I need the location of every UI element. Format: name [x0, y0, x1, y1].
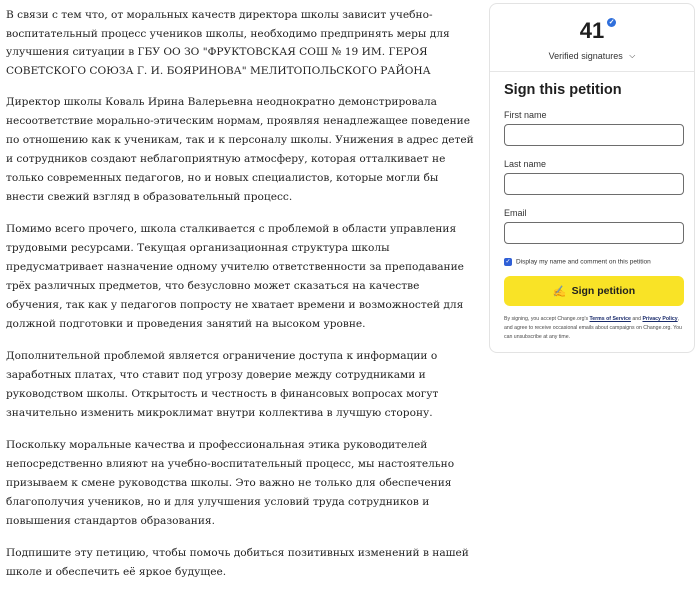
petition-paragraph: Директор школы Коваль Ирина Валерьевна н… — [6, 96, 474, 203]
petition-paragraph: В связи с тем что, от моральных качеств … — [6, 9, 450, 77]
email-field[interactable] — [504, 222, 684, 244]
pen-icon: ✍ — [552, 285, 567, 298]
petition-paragraph: Подпишите эту петицию, чтобы помочь доби… — [6, 547, 469, 578]
legal-notice: By signing, you accept Change.org's Term… — [504, 315, 686, 342]
last-name-label: Last name — [504, 159, 547, 169]
legal-text: and — [630, 316, 643, 322]
legal-text: By signing, you accept Change.org's — [504, 316, 590, 322]
last-name-field[interactable] — [504, 173, 684, 195]
verified-check-icon: ✓ — [607, 18, 617, 27]
petition-body: В связи с тем что, от моральных качеств … — [6, 6, 476, 595]
sign-petition-title: Sign this petition — [504, 82, 622, 98]
chevron-down-icon: ⌵ — [629, 51, 636, 60]
signature-count-value: 41 — [579, 18, 605, 43]
verified-signatures-toggle[interactable]: Verified signatures ⌵ — [490, 51, 694, 62]
petition-paragraph: Поскольку моральные качества и профессио… — [6, 439, 455, 527]
terms-of-service-link[interactable]: Terms of Service — [589, 316, 630, 322]
signature-count-row: 41 ✓ — [490, 18, 694, 44]
petition-paragraph: Помимо всего прочего, школа сталкивается… — [6, 223, 464, 330]
sign-petition-button[interactable]: ✍ Sign petition — [504, 276, 684, 306]
display-name-option: ✓ Display my name and comment on this pet… — [504, 258, 651, 266]
first-name-field[interactable] — [504, 124, 684, 146]
divider — [490, 71, 694, 72]
display-name-checkbox[interactable]: ✓ — [504, 258, 512, 266]
email-label: Email — [504, 208, 527, 218]
sign-petition-button-label: Sign petition — [571, 285, 636, 297]
signature-count: 41 ✓ — [579, 18, 617, 44]
display-name-label: Display my name and comment on this peti… — [516, 258, 651, 266]
sign-petition-card: 41 ✓ Verified signatures ⌵ Sign this pet… — [489, 3, 695, 353]
verified-signatures-label: Verified signatures — [548, 51, 623, 61]
petition-paragraph: Дополнительной проблемой является ограни… — [6, 350, 439, 419]
first-name-label: First name — [504, 110, 547, 120]
privacy-policy-link[interactable]: Privacy Policy — [642, 316, 677, 322]
